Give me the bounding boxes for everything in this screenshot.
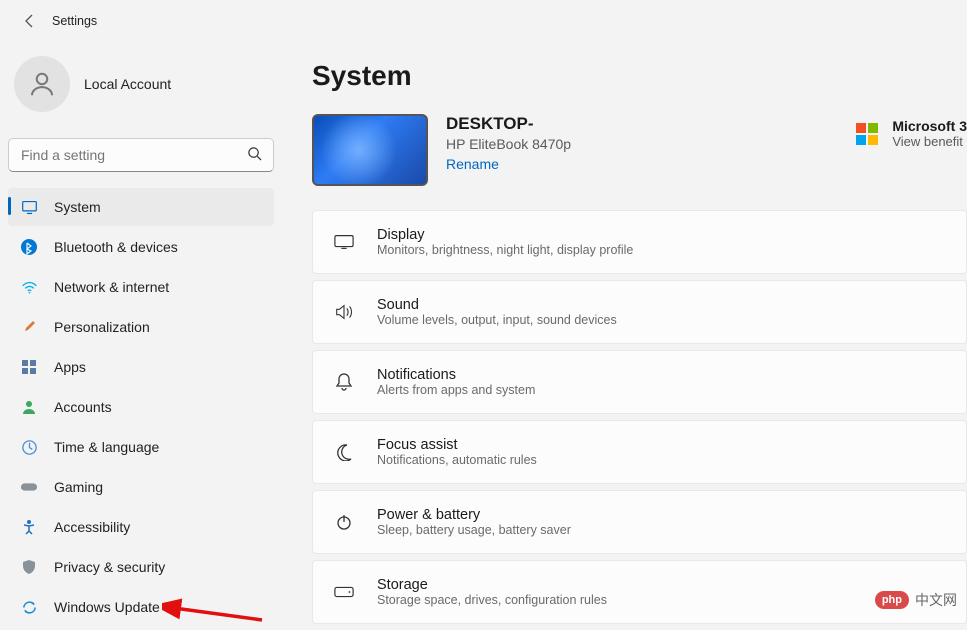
card-title: Storage — [377, 577, 607, 593]
card-sound[interactable]: SoundVolume levels, output, input, sound… — [312, 280, 967, 344]
storage-icon — [333, 586, 355, 598]
search-input[interactable] — [8, 138, 274, 172]
sidebar-item-apps[interactable]: Apps — [8, 348, 274, 386]
card-sub: Volume levels, output, input, sound devi… — [377, 313, 617, 327]
sound-icon — [333, 303, 355, 321]
card-notifications[interactable]: NotificationsAlerts from apps and system — [312, 350, 967, 414]
sidebar-item-gaming[interactable]: Gaming — [8, 468, 274, 506]
update-icon — [20, 599, 38, 616]
card-sub: Storage space, drives, configuration rul… — [377, 593, 607, 607]
card-storage[interactable]: StorageStorage space, drives, configurat… — [312, 560, 967, 624]
apps-icon — [20, 359, 38, 375]
sidebar-item-label: Time & language — [54, 439, 159, 455]
app-title: Settings — [52, 14, 97, 28]
sidebar-item-accessibility[interactable]: Accessibility — [8, 508, 274, 546]
card-title: Display — [377, 227, 633, 243]
gamepad-icon — [20, 480, 38, 494]
watermark-badge: php — [875, 591, 909, 609]
device-name: DESKTOP- — [446, 114, 571, 134]
microsoft-365-block[interactable]: Microsoft 3 View benefit — [856, 118, 967, 149]
display-icon — [333, 234, 355, 250]
card-title: Power & battery — [377, 507, 571, 523]
globe-clock-icon — [20, 439, 38, 456]
sidebar-item-accounts[interactable]: Accounts — [8, 388, 274, 426]
person-icon — [20, 399, 38, 415]
sidebar-item-network[interactable]: Network & internet — [8, 268, 274, 306]
accessibility-icon — [20, 519, 38, 535]
account-name: Local Account — [84, 76, 171, 92]
power-icon — [333, 513, 355, 531]
brush-icon — [20, 319, 38, 335]
sidebar-item-label: Accounts — [54, 399, 112, 415]
sidebar-item-personalization[interactable]: Personalization — [8, 308, 274, 346]
watermark-text: 中文网 — [915, 590, 957, 610]
card-title: Focus assist — [377, 437, 537, 453]
bell-icon — [333, 372, 355, 392]
sidebar-item-label: Network & internet — [54, 279, 169, 295]
avatar — [14, 56, 70, 112]
sidebar-item-windows-update[interactable]: Windows Update — [8, 588, 274, 626]
sidebar-item-label: Windows Update — [54, 599, 160, 615]
card-sub: Notifications, automatic rules — [377, 453, 537, 467]
account-block[interactable]: Local Account — [8, 50, 274, 130]
card-sub: Alerts from apps and system — [377, 383, 535, 397]
sidebar-item-label: System — [54, 199, 101, 215]
search-icon — [247, 146, 262, 166]
shield-icon — [20, 559, 38, 575]
card-display[interactable]: DisplayMonitors, brightness, night light… — [312, 210, 967, 274]
microsoft-title: Microsoft 3 — [892, 118, 967, 134]
device-thumbnail[interactable] — [312, 114, 428, 186]
watermark: php 中文网 — [875, 590, 957, 610]
sidebar-item-label: Personalization — [54, 319, 150, 335]
sidebar-item-label: Accessibility — [54, 519, 130, 535]
sidebar-item-label: Bluetooth & devices — [54, 239, 178, 255]
moon-icon — [333, 443, 355, 461]
search-wrap — [8, 138, 274, 172]
card-sub: Monitors, brightness, night light, displ… — [377, 243, 633, 257]
sidebar-item-label: Apps — [54, 359, 86, 375]
bluetooth-icon — [20, 239, 38, 255]
sidebar-item-time-language[interactable]: Time & language — [8, 428, 274, 466]
sidebar-item-system[interactable]: System — [8, 188, 274, 226]
card-power-battery[interactable]: Power & batterySleep, battery usage, bat… — [312, 490, 967, 554]
back-button[interactable] — [18, 9, 42, 33]
rename-link[interactable]: Rename — [446, 156, 571, 172]
system-icon — [20, 199, 38, 216]
card-sub: Sleep, battery usage, battery saver — [377, 523, 571, 537]
sidebar-item-label: Gaming — [54, 479, 103, 495]
card-title: Sound — [377, 297, 617, 313]
sidebar-item-privacy[interactable]: Privacy & security — [8, 548, 274, 586]
microsoft-logo-icon — [856, 123, 878, 145]
wifi-icon — [20, 279, 38, 296]
card-focus-assist[interactable]: Focus assistNotifications, automatic rul… — [312, 420, 967, 484]
page-title: System — [312, 60, 967, 92]
sidebar-item-bluetooth[interactable]: Bluetooth & devices — [8, 228, 274, 266]
sidebar-item-label: Privacy & security — [54, 559, 165, 575]
card-title: Notifications — [377, 367, 535, 383]
microsoft-sub: View benefit — [892, 134, 967, 149]
device-model: HP EliteBook 8470p — [446, 136, 571, 152]
